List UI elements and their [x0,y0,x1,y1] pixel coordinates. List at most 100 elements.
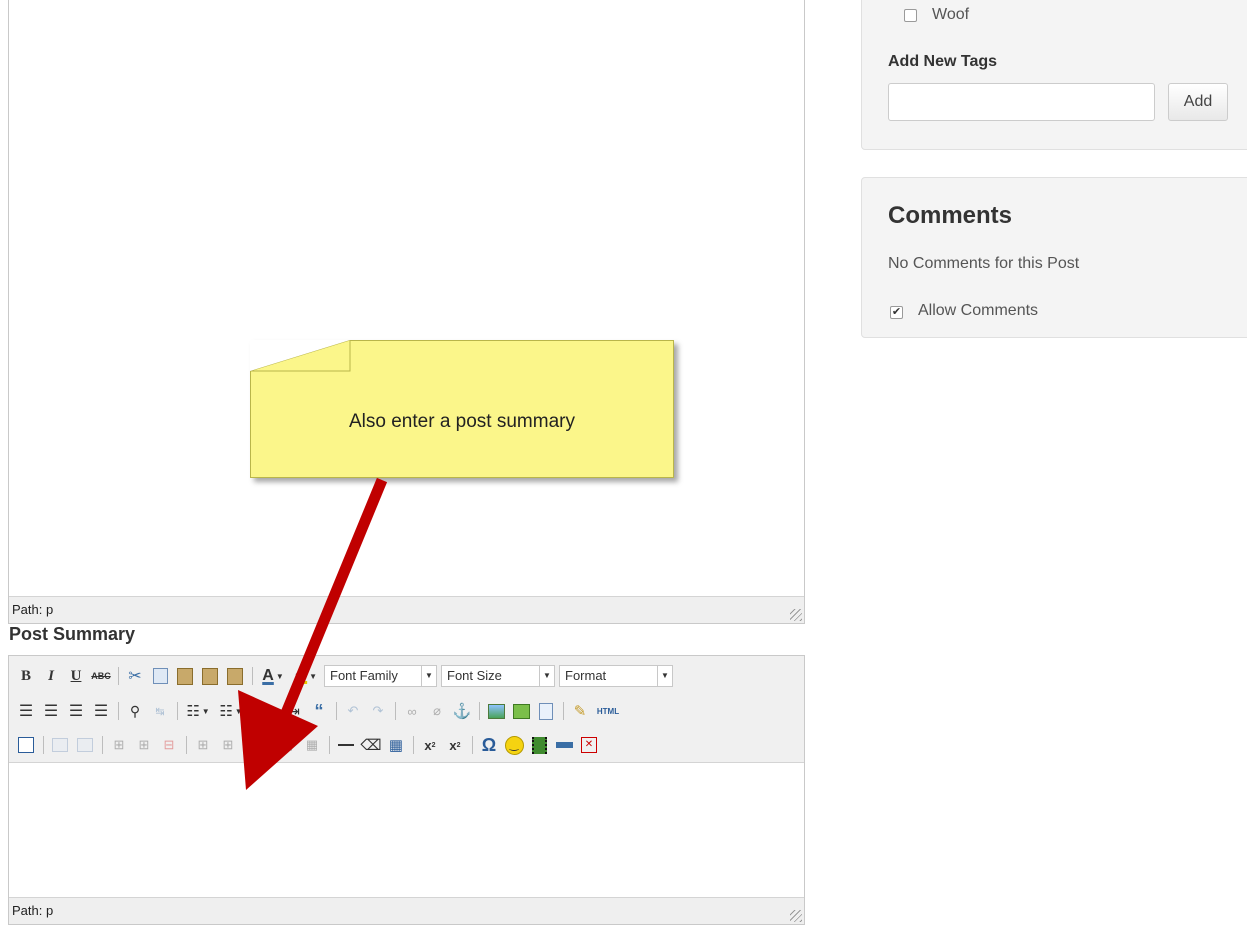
bold-button[interactable]: B [15,665,37,687]
link-icon: ∞ [407,703,417,719]
font-size-select[interactable]: Font Size ▼ [441,665,555,687]
insert-col-after-button[interactable]: ⊞ [217,734,239,756]
edit-button[interactable] [15,734,37,756]
insert-image-button[interactable] [485,700,507,722]
font-size-value: Font Size [447,668,502,683]
toolbar-separator [118,667,119,685]
delete-row-button[interactable]: ⊟ [158,734,180,756]
align-left-button[interactable]: ☰ [15,700,37,722]
chevron-down-icon: ▼ [539,666,554,686]
resize-handle-icon[interactable] [790,910,802,922]
toolbar-separator [329,736,330,754]
link-button[interactable]: ∞ [401,700,423,722]
toolbar-separator [186,736,187,754]
tag-checkbox-woof[interactable] [904,9,917,22]
align-left-icon: ☰ [18,703,34,720]
anchor-icon: ⚓ [452,703,472,720]
add-tag-button[interactable]: Add [1168,83,1228,121]
table-row-props-button[interactable] [49,734,71,756]
cut-button[interactable]: ✂ [124,665,146,687]
abbreviation-button[interactable] [553,734,575,756]
underline-button[interactable]: U [65,665,87,687]
insert-row-before-button[interactable]: ⊞ [108,734,130,756]
highlight-color-button[interactable]: ab ▼ [291,665,321,687]
toolbar-separator [252,702,253,720]
insert-row-after-button[interactable]: ⊞ [133,734,155,756]
cut-icon: ✂ [128,668,142,685]
paste-text-icon [202,667,218,685]
paste-word-button[interactable] [224,665,246,687]
new-tag-input[interactable] [888,83,1155,121]
bullet-list-button[interactable]: ☷ ▼ [183,700,213,722]
subscript-button[interactable]: x2 [419,734,441,756]
format-select[interactable]: Format ▼ [559,665,673,687]
align-right-button[interactable]: ☰ [65,700,87,722]
comments-status: No Comments for this Post [888,255,1080,272]
omega-icon: Ω [481,734,497,755]
summary-toolbar: B I U ABC ✂ A ▼ ab ▼ Font Family ▼ Font Si… [9,656,804,763]
allow-comments-checkbox[interactable]: ✔ [890,306,903,319]
find-icon: ⚲ [129,702,141,719]
find-button[interactable]: ⚲ [124,700,146,722]
numbered-list-button[interactable]: ☷ ▼ [216,700,246,722]
table-icon: ▦ [280,737,294,752]
emoticon-button[interactable]: ‿ [503,734,525,756]
summary-editor[interactable]: B I U ABC ✂ A ▼ ab ▼ Font Family ▼ Font Si… [8,655,805,925]
delete-col-button[interactable]: ⊟ [242,734,264,756]
replace-button[interactable]: ↹ [149,700,171,722]
copy-icon [152,668,168,684]
sticky-note-text: Also enter a post summary [349,411,575,432]
edit-icon [18,737,34,753]
note-fold-icon [250,340,351,372]
pdf-icon: ✕ [581,737,597,753]
horizontal-rule-button[interactable] [335,734,357,756]
font-color-button[interactable]: A ▼ [258,665,288,687]
insert-col-before-button[interactable]: ⊞ [192,734,214,756]
table-icon: ▦ [305,737,319,752]
toolbar-separator [472,736,473,754]
outdent-button[interactable]: ⇤ [258,700,280,722]
redo-button[interactable]: ↷ [367,700,389,722]
subscript-icon: x [424,737,432,753]
paste-text-button[interactable] [199,665,221,687]
comments-title: Comments [888,202,1013,229]
content-path-bar: Path: p [9,596,804,623]
pdf-button[interactable]: ✕ [578,734,600,756]
insert-media-button[interactable] [510,700,532,722]
anchor-button[interactable]: ⚓ [451,700,473,722]
insert-table-button[interactable]: ▦ [385,734,407,756]
remove-format-button[interactable]: ⌫ [360,734,382,756]
toolbar-separator [177,702,178,720]
split-cells-button[interactable]: ▦ [276,734,298,756]
font-family-value: Font Family [330,668,398,683]
undo-button[interactable]: ↶ [342,700,364,722]
paste-button[interactable] [174,665,196,687]
indent-button[interactable]: ⇥ [283,700,305,722]
undo-icon: ↶ [347,703,359,718]
merge-cells-button[interactable]: ▦ [301,734,323,756]
allow-comments-label: Allow Comments [918,302,1039,319]
font-family-select[interactable]: Font Family ▼ [324,665,437,687]
table-icon [52,738,68,752]
insert-video-button[interactable] [528,734,550,756]
resize-handle-icon[interactable] [790,609,802,621]
align-right-icon: ☰ [68,703,84,720]
html-source-button[interactable]: HTML [594,700,622,722]
cleanup-button[interactable]: ✎ [569,700,591,722]
table-cell-props-button[interactable] [74,734,96,756]
italic-button[interactable]: I [40,665,62,687]
blockquote-button[interactable]: “ [308,700,330,722]
strikethrough-button[interactable]: ABC [90,665,112,687]
copy-button[interactable] [149,665,171,687]
font-color-icon: A [262,667,274,684]
unlink-button[interactable]: ⌀ [426,700,448,722]
highlight-icon: ab [294,670,308,682]
tags-panel: Woof Add New Tags Add [861,0,1247,150]
insert-document-button[interactable] [535,700,557,722]
superscript-button[interactable]: x2 [444,734,466,756]
justify-button[interactable]: ☰ [90,700,112,722]
align-center-button[interactable]: ☰ [40,700,62,722]
unlink-icon: ⌀ [433,703,441,718]
special-char-button[interactable]: Ω [478,734,500,756]
content-editor[interactable]: Path: p [8,0,805,624]
